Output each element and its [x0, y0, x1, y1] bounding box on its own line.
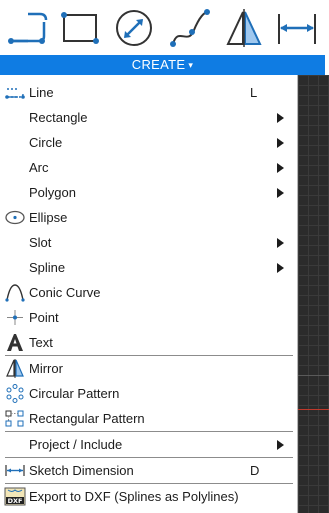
shortcut-key: L: [250, 85, 258, 100]
menu-item-label: Spline: [29, 260, 66, 275]
menu-item-label: Conic Curve: [29, 285, 101, 300]
menu-item-label: Polygon: [29, 185, 76, 200]
submenu-arrow-icon: [277, 188, 284, 198]
sketch-canvas[interactable]: [298, 75, 329, 513]
conic-curve-icon: [4, 283, 26, 302]
canvas-x-axis-line: [298, 409, 329, 410]
sketch-toolbar: [0, 0, 329, 55]
svg-text:DXF: DXF: [8, 497, 23, 505]
text-icon: [4, 333, 26, 352]
menu-item-sketch-dimension[interactable]: Sketch Dimension D: [0, 458, 297, 483]
create-menu: Line L Rectangle Circle Arc Polygon Elli…: [0, 75, 298, 513]
chevron-down-icon: ▾: [188, 60, 194, 70]
menu-item-rectangle[interactable]: Rectangle: [0, 105, 297, 130]
menu-item-label: Ellipse: [29, 210, 68, 225]
menu-item-label: Export to DXF (Splines as Polylines): [29, 489, 239, 504]
menu-item-polygon[interactable]: Polygon: [0, 180, 297, 205]
circle-tool-icon[interactable]: [112, 6, 156, 50]
menu-item-label: Text: [29, 335, 53, 350]
dimension-tool-icon[interactable]: [275, 6, 319, 50]
menu-item-label: Rectangle: [29, 110, 88, 125]
menu-item-label: Arc: [29, 160, 49, 175]
submenu-arrow-icon: [277, 238, 284, 248]
canvas-grid-line: [298, 375, 329, 376]
menu-item-label: Point: [29, 310, 59, 325]
menu-item-conic-curve[interactable]: Conic Curve: [0, 280, 297, 305]
menu-item-mirror[interactable]: Mirror: [0, 356, 297, 381]
menu-item-export-dxf[interactable]: DXF Export to DXF (Splines as Polylines): [0, 484, 297, 509]
menu-item-label: Circular Pattern: [29, 386, 120, 401]
menu-item-label: Sketch Dimension: [29, 463, 134, 478]
submenu-arrow-icon: [277, 440, 284, 450]
menu-item-label: Project / Include: [29, 437, 123, 452]
line-tool-icon[interactable]: [6, 6, 50, 50]
point-icon: [4, 308, 26, 327]
create-dropdown-button[interactable]: CREATE ▾: [0, 55, 325, 75]
create-label: CREATE: [131, 57, 186, 72]
mirror-tool-icon[interactable]: [222, 6, 266, 50]
line-icon: [4, 83, 26, 102]
menu-item-label: Line: [29, 85, 54, 100]
menu-item-spline[interactable]: Spline: [0, 255, 297, 280]
rectangle-tool-icon[interactable]: [58, 6, 102, 50]
menu-item-label: Slot: [29, 235, 52, 250]
ellipse-icon: [4, 208, 26, 227]
submenu-arrow-icon: [277, 263, 284, 273]
spline-tool-icon[interactable]: [168, 6, 212, 50]
menu-item-text[interactable]: Text: [0, 330, 297, 355]
menu-item-circle[interactable]: Circle: [0, 130, 297, 155]
submenu-arrow-icon: [277, 138, 284, 148]
menu-item-label: Mirror: [29, 361, 63, 376]
dxf-export-icon: DXF: [4, 487, 26, 506]
menu-item-ellipse[interactable]: Ellipse: [0, 205, 297, 230]
menu-item-point[interactable]: Point: [0, 305, 297, 330]
shortcut-key: D: [250, 463, 260, 478]
menu-item-arc[interactable]: Arc: [0, 155, 297, 180]
menu-item-label: Circle: [29, 135, 63, 150]
menu-item-circular-pattern[interactable]: Circular Pattern: [0, 381, 297, 406]
menu-item-label: Rectangular Pattern: [29, 411, 145, 426]
mirror-icon: [4, 359, 26, 378]
menu-item-rectangular-pattern[interactable]: Rectangular Pattern: [0, 406, 297, 431]
rectangular-pattern-icon: [4, 409, 26, 428]
menu-item-slot[interactable]: Slot: [0, 230, 297, 255]
circular-pattern-icon: [4, 384, 26, 403]
menu-item-line[interactable]: Line L: [0, 80, 297, 105]
sketch-dimension-icon: [4, 461, 26, 480]
menu-item-project-include[interactable]: Project / Include: [0, 432, 297, 457]
submenu-arrow-icon: [277, 113, 284, 123]
submenu-arrow-icon: [277, 163, 284, 173]
